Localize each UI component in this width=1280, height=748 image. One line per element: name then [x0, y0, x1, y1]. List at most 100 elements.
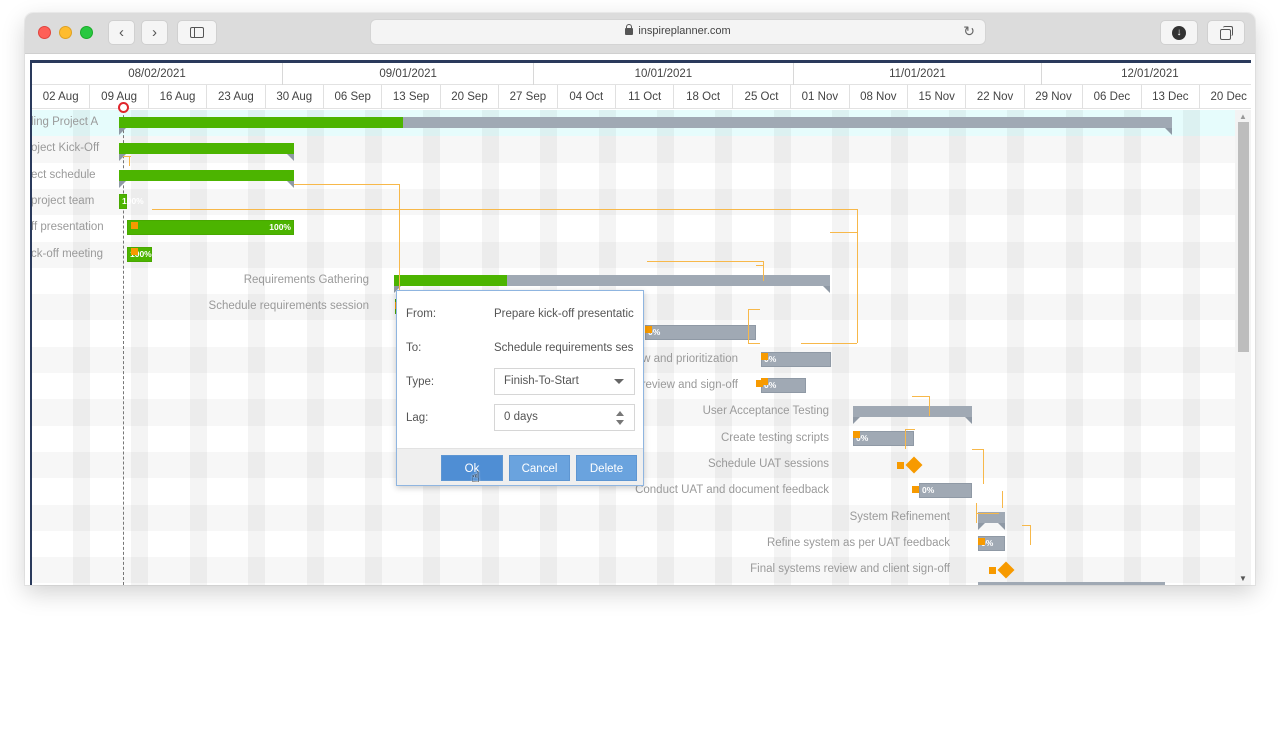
task-label[interactable]: Schedule UAT sessions	[708, 458, 829, 470]
gantt-row[interactable]	[32, 530, 1237, 558]
dependency-line[interactable]	[1022, 525, 1030, 526]
dependency-line[interactable]	[983, 449, 984, 484]
gantt-row[interactable]	[32, 188, 1237, 216]
task-bar[interactable]: 0%	[919, 483, 972, 499]
dependency-handle[interactable]	[761, 353, 768, 360]
dependency-line[interactable]	[294, 184, 400, 185]
dependency-line[interactable]	[801, 343, 857, 344]
lock-icon	[625, 24, 634, 35]
dependency-line[interactable]	[976, 503, 977, 523]
weekend-stripe	[1065, 110, 1083, 585]
close-window-button[interactable]	[38, 26, 51, 39]
lag-stepper[interactable]: 0 days	[494, 404, 635, 431]
task-label[interactable]: User Acceptance Testing	[703, 405, 829, 417]
partial-summary-bar[interactable]	[978, 582, 1165, 585]
scroll-up-arrow-icon[interactable]: ▲	[1235, 112, 1251, 121]
dependency-type-select[interactable]: Finish-To-Start	[494, 368, 635, 395]
dependency-line[interactable]	[756, 265, 764, 266]
summary-bar[interactable]	[119, 117, 1172, 135]
dependency-line[interactable]	[905, 429, 915, 430]
dependency-handle[interactable]	[978, 538, 985, 545]
summary-bar[interactable]	[119, 169, 294, 188]
progress-fill	[394, 274, 508, 286]
downloads-button[interactable]: ↓	[1160, 20, 1198, 45]
back-button[interactable]: ‹	[108, 20, 135, 45]
dependency-line[interactable]	[763, 261, 764, 281]
gantt-row[interactable]	[32, 557, 1237, 584]
dependency-line[interactable]	[929, 396, 930, 416]
browser-toolbar: ‹ › inspireplanner.com ↻ ↓	[25, 13, 1255, 54]
dependency-line[interactable]	[1002, 491, 1003, 508]
cancel-button[interactable]: Cancel	[509, 455, 570, 481]
sidebar-toggle-button[interactable]	[177, 20, 217, 45]
vertical-scrollbar[interactable]: ▲ ▼	[1235, 110, 1251, 585]
dependency-handle[interactable]	[131, 222, 138, 229]
dependency-line[interactable]	[399, 184, 400, 300]
dependency-line[interactable]	[830, 232, 858, 233]
weekend-stripe	[657, 110, 674, 585]
task-label[interactable]: Schedule requirements session	[209, 300, 369, 312]
task-bar[interactable]: 100%	[127, 220, 294, 236]
ok-button[interactable]: Ok ☝	[441, 455, 503, 486]
scroll-thumb[interactable]	[1238, 122, 1249, 352]
week-header-cell: 22 Nov	[966, 85, 1025, 109]
dependency-line[interactable]	[647, 261, 764, 262]
weekend-stripe	[1007, 110, 1025, 585]
dependency-line[interactable]	[748, 343, 760, 344]
spinner-arrows-icon[interactable]	[616, 411, 625, 425]
summary-bar[interactable]	[394, 274, 830, 293]
browser-window: ‹ › inspireplanner.com ↻ ↓ 08/02/2021 09/…	[25, 13, 1255, 585]
dependency-line[interactable]	[905, 429, 906, 449]
week-header-cell: 23 Aug	[207, 85, 266, 109]
dependency-handle[interactable]	[645, 326, 652, 333]
summary-bar[interactable]	[119, 143, 294, 162]
task-label[interactable]: ff presentation	[32, 221, 104, 233]
month-header-row: 08/02/2021 09/01/2021 10/01/2021 11/01/2021…	[32, 63, 1251, 85]
dependency-handle[interactable]	[756, 380, 763, 387]
task-label[interactable]: project team	[32, 195, 94, 207]
task-label[interactable]: Final systems review and client sign-off	[750, 563, 950, 575]
dependency-line[interactable]	[129, 156, 130, 166]
forward-button[interactable]: ›	[141, 20, 168, 45]
dependency-handle[interactable]	[912, 486, 919, 493]
reload-icon[interactable]: ↻	[963, 23, 975, 40]
dependency-line[interactable]	[977, 513, 999, 514]
address-bar[interactable]: inspireplanner.com ↻	[370, 19, 986, 45]
dependency-handle[interactable]	[131, 248, 138, 255]
weekend-stripe	[189, 110, 207, 585]
dependency-line[interactable]	[912, 396, 930, 397]
delete-button[interactable]: Delete	[576, 455, 637, 481]
task-label[interactable]: ck-off meeting	[32, 248, 103, 260]
task-label[interactable]: oject Kick-Off	[32, 142, 99, 154]
task-label[interactable]: w and prioritization	[642, 353, 738, 365]
task-label[interactable]: Refine system as per UAT feedback	[767, 537, 950, 549]
dependency-line[interactable]	[748, 309, 760, 310]
dependency-line[interactable]	[748, 309, 749, 344]
maximize-window-button[interactable]	[80, 26, 93, 39]
dependency-handle[interactable]	[853, 431, 860, 438]
task-label[interactable]: review and sign-off	[642, 379, 738, 391]
task-label[interactable]: Requirements Gathering	[244, 274, 369, 286]
gantt-row[interactable]	[32, 504, 1237, 531]
summary-bar[interactable]	[853, 406, 972, 425]
dependency-handle[interactable]	[989, 567, 996, 575]
task-bar[interactable]: 0%	[761, 351, 831, 367]
scroll-down-arrow-icon[interactable]: ▼	[1235, 574, 1251, 583]
week-header-cell: 06 Sep	[324, 85, 383, 109]
tab-overview-button[interactable]	[1207, 20, 1245, 45]
task-label[interactable]: ect schedule	[32, 169, 96, 181]
dependency-line[interactable]	[1002, 491, 1003, 492]
week-header-cell: 16 Aug	[149, 85, 208, 109]
task-bar[interactable]: 100%	[119, 193, 144, 209]
task-label[interactable]: Conduct UAT and document feedback	[635, 484, 829, 496]
task-bar[interactable]: 0%	[645, 325, 756, 341]
dependency-handle[interactable]	[897, 461, 904, 469]
minimize-window-button[interactable]	[59, 26, 72, 39]
dependency-line[interactable]	[152, 209, 858, 210]
task-label[interactable]: System Refinement	[850, 511, 950, 523]
dependency-line[interactable]	[857, 209, 858, 343]
task-label[interactable]: Create testing scripts	[721, 432, 829, 444]
dependency-line[interactable]	[1030, 525, 1031, 545]
gantt-row[interactable]	[32, 241, 1237, 268]
task-label[interactable]: ling Project A	[32, 116, 98, 128]
